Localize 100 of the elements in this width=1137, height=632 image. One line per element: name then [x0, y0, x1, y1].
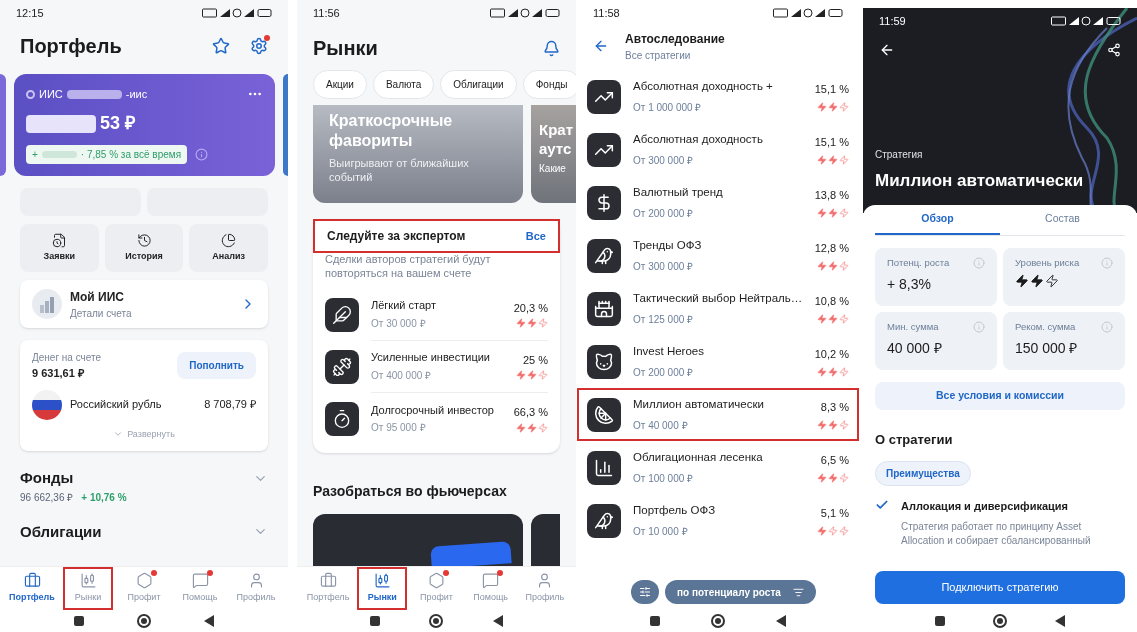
strategy-name: Валютный тренд — [633, 185, 724, 201]
bolt-icon — [839, 207, 849, 218]
promo-card[interactable]: Крат аутс Какие — [531, 105, 576, 203]
category-chip[interactable]: Фонды — [522, 70, 576, 99]
status-time: 12:15 — [16, 5, 44, 21]
bolt-icon — [828, 154, 838, 165]
conditions-button[interactable]: Все условия и комиссии — [875, 382, 1125, 410]
strategy-yield: 13,8 % — [814, 188, 849, 204]
action-button[interactable]: Анализ — [189, 224, 268, 272]
strategy-row[interactable]: Абсолютная доходность + От 1 000 000 ₽ 15,1 % — [577, 70, 859, 123]
bolt-icon — [817, 366, 827, 377]
strategy-row[interactable]: Миллион автоматически От 40 000 ₽ 8,3 % — [577, 388, 859, 441]
account-name: ИИС — [39, 87, 63, 102]
back-icon[interactable] — [203, 615, 214, 627]
account-card[interactable]: ИИС -иис 53 ₽ + · 7,85 % за всё время — [14, 74, 275, 176]
section-title: О стратегии — [875, 431, 954, 449]
home-icon[interactable] — [711, 614, 725, 628]
strategy-row[interactable]: Портфель ОФЗ От 10 000 ₽ 5,1 % — [577, 494, 859, 547]
futures-card[interactable] — [313, 513, 523, 566]
top-up-button[interactable]: Пополнить — [177, 352, 256, 380]
strategy-yield: 10,2 % — [814, 347, 849, 363]
strategy-title: Миллион автоматически — [875, 169, 1085, 192]
strategy-row[interactable]: Тактический выбор Нейтраль… От 125 000 ₽ 10,8 % — [577, 282, 859, 335]
strategy-yield: 6,5 % — [820, 453, 849, 469]
strategy-minimum: От 300 000 ₽ — [633, 153, 695, 168]
strategy-minimum: От 100 000 ₽ — [633, 471, 695, 486]
recent-apps-icon[interactable] — [935, 616, 945, 626]
nav-tab[interactable]: Профиль — [231, 567, 281, 610]
category-chip[interactable]: Валюта — [372, 70, 435, 99]
back-icon[interactable] — [493, 615, 504, 627]
action-button[interactable]: Заявки — [20, 224, 99, 272]
futures-card[interactable] — [531, 513, 560, 566]
iis-subtitle: Детали счета — [70, 306, 133, 321]
strategy-minimum: От 400 000 ₽ — [371, 368, 433, 383]
home-icon[interactable] — [993, 614, 1007, 628]
strategy-name: Лёгкий старт — [371, 298, 437, 314]
strategy-minimum: От 200 000 ₽ — [633, 206, 695, 221]
nav-tab[interactable]: Профит — [119, 567, 169, 610]
sort-button[interactable]: по потенциалу роста — [665, 580, 816, 604]
currency-name: Российский рубль — [70, 397, 163, 413]
strategy-row[interactable]: Лёгкий старт От 30 000 ₽ 20,3 % — [371, 297, 548, 331]
connect-button[interactable]: Подключить стратегию — [875, 571, 1125, 604]
bell-icon[interactable] — [543, 39, 560, 57]
stat-value: + 8,3% — [887, 275, 932, 295]
strategy-row[interactable]: Долгосрочный инвестор От 95 000 ₽ 66,3 % — [371, 401, 548, 436]
strategy-name: Тактический выбор Нейтраль… — [633, 291, 803, 307]
home-icon[interactable] — [429, 614, 444, 628]
nav-tab[interactable]: Рынки — [357, 567, 408, 610]
back-icon[interactable] — [775, 615, 786, 627]
strategy-name: Миллион автоматически — [633, 397, 765, 413]
chat-icon — [482, 572, 500, 590]
history-icon — [136, 232, 152, 248]
settings-icon[interactable] — [250, 37, 268, 55]
category-chip[interactable]: Акции — [313, 70, 367, 99]
nav-tab[interactable]: Профит — [411, 567, 462, 610]
strategy-row[interactable]: Тренды ОФЗ От 300 000 ₽ 12,8 % — [577, 229, 859, 282]
strategy-row[interactable]: Абсолютная доходность От 300 000 ₽ 15,1 % — [577, 123, 859, 176]
nav-tab[interactable]: Помощь — [175, 567, 225, 610]
share-icon[interactable] — [1107, 43, 1121, 57]
home-icon[interactable] — [137, 614, 151, 628]
star-icon[interactable] — [212, 37, 230, 55]
bolt-icon — [817, 313, 827, 324]
tab[interactable]: Обзор — [875, 205, 1000, 235]
action-button[interactable]: История — [104, 224, 184, 272]
back-icon[interactable] — [1055, 615, 1065, 627]
stat-value: 150 000 ₽ — [1015, 339, 1079, 359]
section-value: 96 662,36 ₽ — [20, 490, 74, 505]
strategy-yield: 5,1 % — [820, 506, 849, 522]
recent-apps-icon[interactable] — [369, 616, 380, 626]
expert-description: Сделки авторов стратегий будут повторяться на вашем счете — [324, 253, 492, 281]
nav-tab[interactable]: Рынки — [63, 567, 113, 610]
nav-tab[interactable]: Портфель — [303, 567, 354, 610]
strategy-row[interactable]: Облигационная лесенка От 100 000 ₽ 6,5 % — [577, 441, 859, 494]
nav-tab[interactable]: Профиль — [519, 567, 570, 610]
bolt-icon — [817, 525, 827, 536]
sort-icon — [792, 586, 804, 598]
nav-tab[interactable]: Помощь — [465, 567, 516, 610]
bar-chart-avatar-icon — [32, 289, 62, 319]
advantages-chip[interactable]: Преимущества — [875, 460, 971, 486]
iis-card[interactable]: Мой ИИС Детали счета — [20, 280, 268, 328]
strategy-row[interactable]: Усиленные инвестиции От 400 000 ₽ 25 % — [371, 349, 548, 383]
all-link[interactable]: Все — [525, 227, 546, 245]
recent-apps-icon[interactable] — [74, 616, 85, 626]
promo-title: Крат аутс — [539, 121, 574, 159]
bolt-icon — [828, 313, 838, 324]
feather-icon — [325, 297, 359, 332]
filter-button[interactable] — [631, 580, 659, 604]
section-change: + 10,76 % — [81, 490, 127, 505]
recent-apps-icon[interactable] — [650, 616, 661, 626]
bolt-icon — [817, 472, 827, 483]
strategy-row[interactable]: Валютный тренд От 200 000 ₽ 13,8 % — [577, 176, 859, 229]
tab[interactable]: Состав — [1000, 205, 1125, 235]
stat-label: Мин. сумма — [887, 320, 939, 334]
strategy-yield: 25 % — [522, 352, 548, 368]
category-chip[interactable]: Облигации — [440, 70, 517, 99]
strategy-minimum: От 10 000 ₽ — [633, 524, 689, 539]
cash-label: Денег на счете — [32, 351, 102, 365]
nav-tab[interactable]: Портфель — [7, 567, 57, 610]
bolt-icon — [516, 318, 526, 329]
strategy-row[interactable]: Invest Heroes От 200 000 ₽ 10,2 % — [577, 335, 859, 388]
